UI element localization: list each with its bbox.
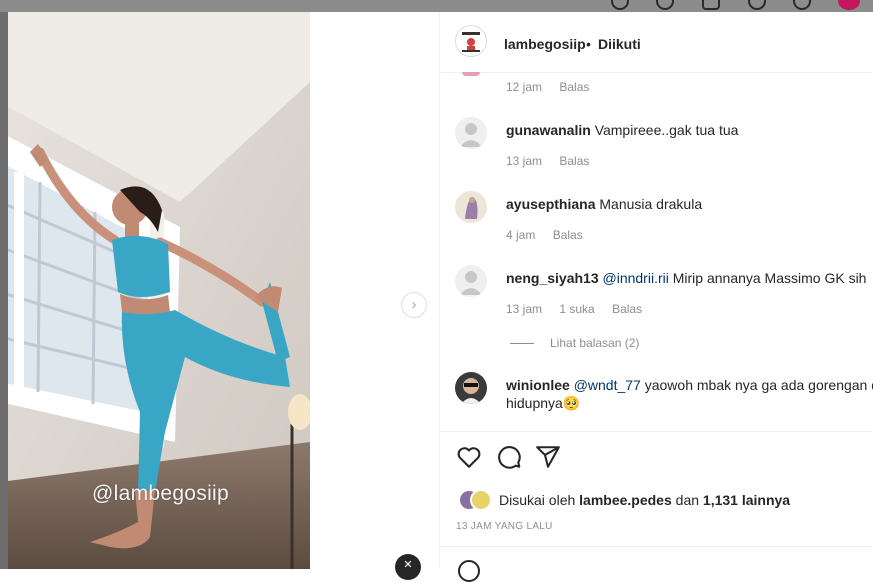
commenter-username[interactable]: gunawanalin (506, 122, 591, 138)
post-timestamp[interactable]: 13 JAM YANG LALU (456, 521, 553, 532)
reply-button[interactable]: Balas (553, 228, 583, 242)
commenter-avatar[interactable] (455, 191, 487, 223)
send-icon[interactable] (535, 444, 561, 470)
browser-top-bar (0, 0, 873, 12)
replies-line (510, 343, 534, 345)
comment-body: Manusia drakula (599, 196, 703, 212)
comment-time: 12 jam (506, 80, 543, 94)
post-header: lambegosiip • Diikuti (440, 12, 873, 73)
likes-count[interactable]: 1,131 lainnya (703, 492, 790, 508)
comment-icon[interactable] (496, 444, 522, 470)
home-icon[interactable] (611, 0, 629, 10)
mention-link[interactable]: @inndrii.rii (603, 270, 669, 286)
comment-time: 13 jam (506, 302, 543, 316)
messenger-icon[interactable] (656, 0, 674, 10)
likes-conjunction: dan (675, 492, 700, 508)
explore-icon[interactable] (748, 0, 766, 10)
media-gutter (310, 12, 439, 569)
commenter-username[interactable]: ayusepthiana (506, 196, 595, 212)
comment-text: winionlee @wndt_77 yaowoh mbak nya ga ad… (506, 376, 873, 394)
left-overlay-strip (0, 12, 8, 569)
liker-avatar (470, 489, 492, 511)
comment-likes[interactable]: 1 suka (559, 302, 594, 316)
mention-link[interactable]: @wndt_77 (574, 377, 641, 393)
likes-prefix: Disukai oleh (499, 492, 576, 508)
reply-button[interactable]: Balas (559, 154, 589, 168)
author-avatar[interactable] (455, 25, 487, 57)
comment-meta: 13 jam Balas (506, 154, 603, 168)
commenter-avatar[interactable] (455, 117, 487, 149)
likes-summary[interactable]: Disukai oleh lambee.pedes dan 1,131 lain… (499, 492, 790, 508)
heart-icon[interactable] (456, 444, 482, 470)
comment-body: yaowoh mbak nya ga ada gorengan d (644, 377, 873, 393)
author-username[interactable]: lambegosiip (504, 36, 586, 52)
comment-text: gunawanalin Vampireee..gak tua tua (506, 121, 738, 139)
view-replies-label: Lihat balasan (2) (550, 336, 640, 350)
heart-nav-icon[interactable] (793, 0, 811, 10)
partial-avatar (462, 72, 480, 76)
comment-meta: 12 jam Balas (506, 80, 603, 94)
view-replies-button[interactable]: Lihat balasan (2) (510, 336, 639, 350)
actions-divider (440, 431, 873, 432)
video-watermark: @lambegosiip (92, 482, 229, 505)
reply-button[interactable]: Balas (612, 302, 642, 316)
comment-text: neng_siyah13 @inndrii.rii Mirip annanya … (506, 269, 866, 287)
commenter-username[interactable]: neng_siyah13 (506, 270, 599, 286)
comment-box-divider (440, 546, 873, 547)
liker-username[interactable]: lambee.pedes (579, 492, 672, 508)
default-avatar-icon (455, 265, 487, 297)
commenter-username[interactable]: winionlee (506, 377, 570, 393)
comment-body: Vampireee..gak tua tua (594, 122, 739, 138)
comment-text-continued: hidupnya🥺 (506, 395, 581, 411)
separator-dot: • (586, 36, 591, 52)
default-avatar-icon (455, 117, 487, 149)
post-sidebar: lambegosiip • Diikuti 12 jam Balas gunaw… (439, 12, 873, 582)
reply-button[interactable]: Balas (559, 80, 589, 94)
profile-avatar[interactable] (838, 0, 860, 10)
user-photo-icon (455, 372, 487, 404)
author-logo-icon (457, 27, 485, 55)
commenter-avatar[interactable] (455, 372, 487, 404)
emoji-icon[interactable] (458, 560, 480, 582)
comment-body: Mirip annanya Massimo GK sih (672, 270, 867, 286)
chevron-right-icon[interactable]: › (401, 292, 427, 318)
comment-meta: 13 jam 1 suka Balas (506, 302, 656, 316)
new-post-icon[interactable] (702, 0, 720, 10)
commenter-avatar[interactable] (455, 265, 487, 297)
speaker-muted-icon[interactable]: ✕ (395, 554, 421, 580)
comment-meta: 4 jam Balas (506, 228, 597, 242)
follow-status-button[interactable]: Diikuti (598, 36, 641, 52)
comment-time: 13 jam (506, 154, 543, 168)
comment-text: ayusepthiana Manusia drakula (506, 195, 702, 213)
user-photo-icon (455, 191, 487, 223)
post-video[interactable]: @lambegosiip (0, 12, 310, 569)
comment-time: 4 jam (506, 228, 536, 242)
